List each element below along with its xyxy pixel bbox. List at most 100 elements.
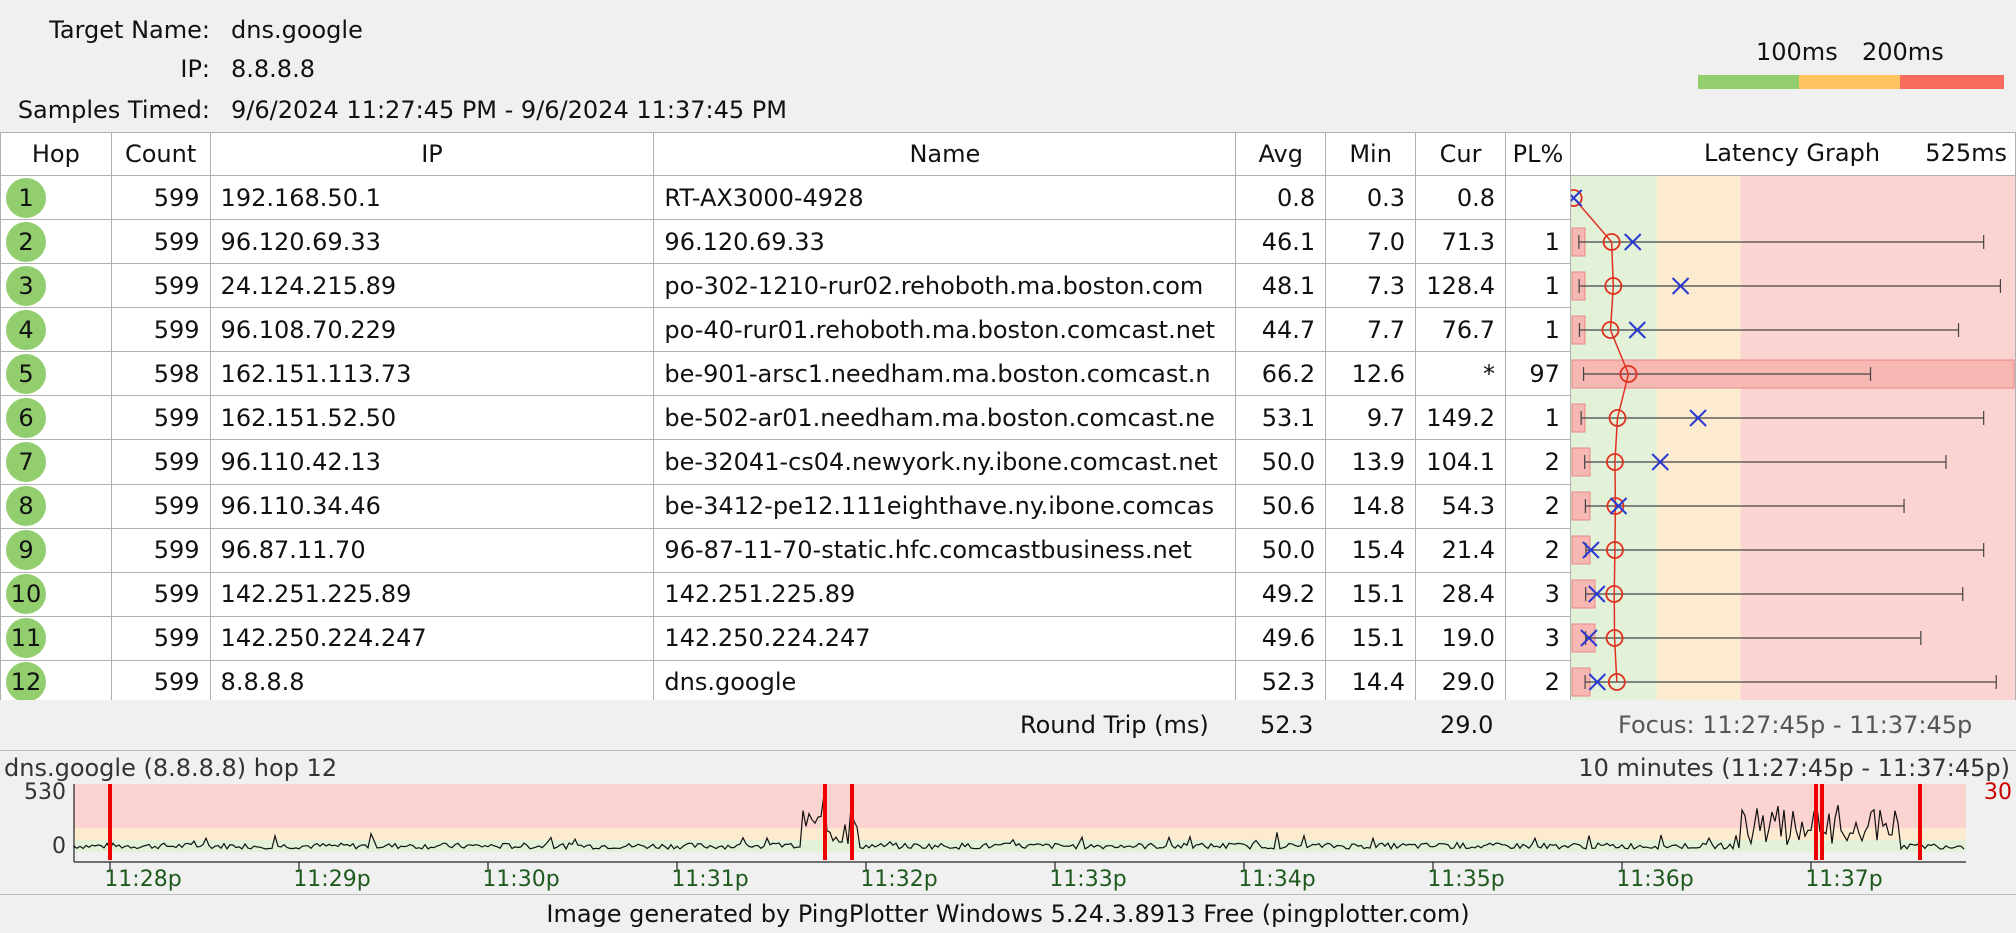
timeline-zone-good xyxy=(74,840,1966,852)
pl-cell xyxy=(1505,174,1571,221)
legend-green-segment xyxy=(1698,75,1799,89)
name-cell: be-3412-pe12.111eighthave.ny.ibone.comca… xyxy=(653,483,1237,529)
latency-zone-warn xyxy=(1656,176,1741,704)
timeline-tick-label: 11:34p xyxy=(1238,867,1315,892)
pl-cell: 2 xyxy=(1505,439,1571,485)
min-cell: 13.9 xyxy=(1325,439,1417,485)
timeline-tick-label: 11:35p xyxy=(1427,867,1504,892)
latency-zone-bad xyxy=(1740,176,2015,704)
pl-cell: 1 xyxy=(1505,395,1571,441)
timeline-tick-label: 11:28p xyxy=(104,867,181,892)
col-avg[interactable]: Avg xyxy=(1235,132,1327,176)
name-cell: be-32041-cs04.newyork.ny.ibone.comcast.n… xyxy=(653,439,1237,485)
ip-cell: 162.151.52.50 xyxy=(209,395,655,441)
col-name[interactable]: Name xyxy=(653,132,1237,176)
col-ip[interactable]: IP xyxy=(209,132,655,176)
avg-cell: 44.7 xyxy=(1235,307,1327,353)
timeline-ytick-bottom: 0 xyxy=(52,834,66,859)
count-cell: 599 xyxy=(110,483,211,529)
latency-graph-scale: 525ms xyxy=(1925,139,2007,167)
pl-cell: 3 xyxy=(1505,571,1571,617)
min-cell: 7.7 xyxy=(1325,307,1417,353)
count-cell: 598 xyxy=(110,351,211,397)
cur-cell: * xyxy=(1415,351,1507,397)
samples-timed-label: Samples Timed: xyxy=(17,96,210,124)
hop-number: 11 xyxy=(6,618,46,659)
col-cur[interactable]: Cur xyxy=(1415,132,1507,176)
hop-number: 2 xyxy=(6,221,46,262)
min-cell: 7.3 xyxy=(1325,263,1417,309)
cur-cell: 28.4 xyxy=(1415,571,1507,617)
name-cell: 142.251.225.89 xyxy=(653,571,1237,617)
avg-cell: 66.2 xyxy=(1235,351,1327,397)
avg-cell: 46.1 xyxy=(1235,219,1327,265)
round-trip-avg: 52.3 xyxy=(1260,711,1314,739)
hop-number: 7 xyxy=(6,442,46,482)
col-hop[interactable]: Hop xyxy=(0,132,112,176)
round-trip-row: Round Trip (ms) 52.3 29.0 Focus: 11:27:4… xyxy=(0,700,2016,751)
count-cell: 599 xyxy=(110,439,211,485)
name-cell: be-502-ar01.needham.ma.boston.comcast.ne xyxy=(653,395,1237,441)
ip-cell: 24.124.215.89 xyxy=(209,263,655,309)
round-trip-cur: 29.0 xyxy=(1440,711,1494,739)
min-cell: 15.4 xyxy=(1325,527,1417,573)
name-cell: 96-87-11-70-static.hfc.comcastbusiness.n… xyxy=(653,527,1237,573)
timeline-tick-label: 11:37p xyxy=(1805,867,1882,892)
legend-color-bar xyxy=(1698,75,2004,89)
count-cell: 599 xyxy=(110,615,211,661)
ip-cell: 96.87.11.70 xyxy=(209,527,655,573)
cur-cell: 29.0 xyxy=(1415,659,1507,706)
hop-number: 10 xyxy=(6,574,46,615)
cur-cell: 71.3 xyxy=(1415,219,1507,265)
timeline-tick-label: 11:32p xyxy=(860,867,937,892)
samples-timed-value: 9/6/2024 11:27:45 PM - 9/6/2024 11:37:45… xyxy=(231,96,787,124)
avg-cell: 50.0 xyxy=(1235,527,1327,573)
count-cell: 599 xyxy=(110,527,211,573)
min-cell: 14.4 xyxy=(1325,659,1417,706)
cur-cell: 54.3 xyxy=(1415,483,1507,529)
ip-cell: 162.151.113.73 xyxy=(209,351,655,397)
ip-cell: 142.250.224.247 xyxy=(209,615,655,661)
cur-cell: 149.2 xyxy=(1415,395,1507,441)
hop-number: 9 xyxy=(6,530,46,571)
ip-value: 8.8.8.8 xyxy=(231,55,315,83)
timeline-tick-label: 11:31p xyxy=(671,867,748,892)
min-cell: 15.1 xyxy=(1325,571,1417,617)
avg-cell: 49.2 xyxy=(1235,571,1327,617)
hop-number: 1 xyxy=(6,177,46,218)
timeline-graph[interactable]: 530 0 30 11:28p 11:29p 11:30p 11:31p 11:32p 11:3… xyxy=(0,752,2016,892)
avg-cell: 0.8 xyxy=(1235,174,1327,221)
timeline-zone-warn xyxy=(74,828,1966,840)
cur-cell: 76.7 xyxy=(1415,307,1507,353)
col-min[interactable]: Min xyxy=(1325,132,1417,176)
count-cell: 599 xyxy=(110,571,211,617)
timeline-current-value: 30 xyxy=(1984,780,2012,805)
latency-graph-svg xyxy=(1571,176,2015,704)
min-cell: 7.0 xyxy=(1325,219,1417,265)
hop-number: 12 xyxy=(6,662,46,703)
legend-100ms-label: 100ms xyxy=(1756,38,1838,66)
count-cell: 599 xyxy=(110,395,211,441)
avg-cell: 53.1 xyxy=(1235,395,1327,441)
name-cell: 142.250.224.247 xyxy=(653,615,1237,661)
hop-number: 4 xyxy=(6,309,46,350)
cur-cell: 128.4 xyxy=(1415,263,1507,309)
col-latency-graph[interactable]: Latency Graph 525ms xyxy=(1569,132,2016,176)
col-count[interactable]: Count xyxy=(110,132,211,176)
avg-cell: 50.6 xyxy=(1235,483,1327,529)
name-cell: po-302-1210-rur02.rehoboth.ma.boston.com xyxy=(653,263,1237,309)
footer-credit: Image generated by PingPlotter Windows 5… xyxy=(0,894,2016,933)
ip-cell: 96.120.69.33 xyxy=(209,219,655,265)
table-row[interactable]: 1 599 192.168.50.1 RT-AX3000-4928 0.8 0.… xyxy=(0,174,2016,705)
timeline-zone-bad xyxy=(74,784,1966,828)
latency-graph[interactable] xyxy=(1569,175,2016,705)
ip-cell: 192.168.50.1 xyxy=(209,174,655,221)
pl-cell: 2 xyxy=(1505,527,1571,573)
timeline-tick-label: 11:29p xyxy=(293,867,370,892)
col-pl[interactable]: PL% xyxy=(1505,132,1571,176)
hop-number: 8 xyxy=(6,486,46,527)
cur-cell: 104.1 xyxy=(1415,439,1507,485)
timeline-panel[interactable]: dns.google (8.8.8.8) hop 12 10 minutes (… xyxy=(0,752,2016,892)
min-cell: 15.1 xyxy=(1325,615,1417,661)
ip-cell: 96.108.70.229 xyxy=(209,307,655,353)
